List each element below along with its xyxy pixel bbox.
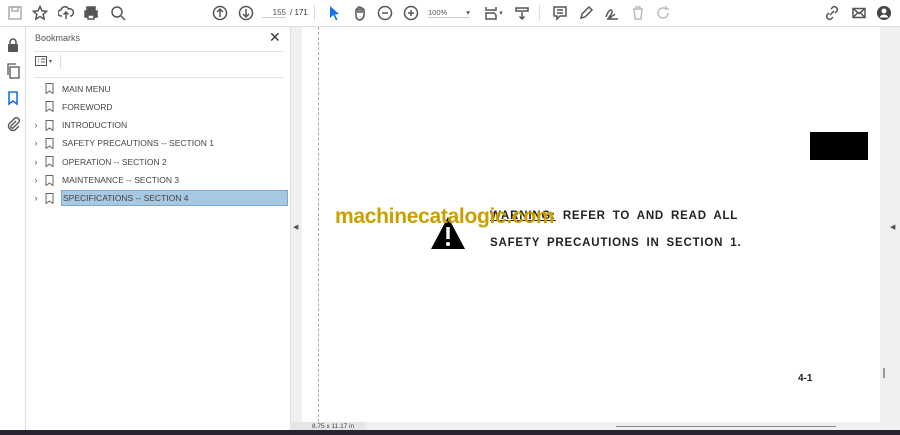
redo-icon[interactable] [653,4,673,22]
redaction-block [810,132,868,160]
page-total: / 171 [290,8,308,17]
chevron-down-icon: ▾ [49,58,53,65]
document-page: WARNING: REFER TO AND READ ALL SAFETY PR… [302,27,880,422]
toolbar: 155 / 171 100% ▾ ▾ [0,0,900,27]
bookmark-item[interactable]: › SPECIFICATIONS -- SECTION 4 [30,190,288,207]
share-link-icon[interactable] [822,4,842,22]
cloud-upload-icon[interactable] [56,4,76,22]
bookmark-flag-icon [45,174,54,186]
bookmark-item[interactable]: › INTRODUCTION [30,117,288,134]
chevron-right-icon[interactable]: › [30,157,42,167]
binding-line [318,27,319,422]
chevron-right-icon[interactable]: › [30,138,42,148]
pages-icon[interactable] [5,63,21,79]
horizontal-scrollbar[interactable] [616,426,836,427]
bookmark-label: MAIN MENU [62,83,111,94]
zoom-select[interactable]: 100% ▾ [428,8,470,18]
comment-icon[interactable] [550,4,570,22]
navigation-rail [0,27,26,430]
divider [539,5,540,21]
page-total-value: 171 [294,8,308,17]
bookmark-label: MAINTENANCE -- SECTION 3 [62,175,180,185]
page-number: 4-1 [798,373,813,384]
search-icon[interactable] [108,4,128,22]
page-up-icon[interactable] [210,4,230,22]
star-icon[interactable] [30,4,50,22]
warning-text-1: REFER TO AND READ ALL [562,210,739,222]
bookmark-flag-icon [45,101,54,113]
warning-text-2: SAFETY PRECAUTIONS IN SECTION 1. [490,237,742,249]
panel-splitter[interactable]: ◀ [290,27,302,422]
bookmark-options-button[interactable]: ▾ [35,56,52,66]
scroll-mode-icon[interactable] [512,4,532,22]
bookmark-item[interactable]: › SAFETY PRECAUTIONS -- SECTION 1 [30,135,288,152]
bookmark-label: SAFETY PRECAUTIONS -- SECTION 1 [62,138,214,149]
bookmark-label: INTRODUCTION [62,120,128,131]
close-icon[interactable]: ✕ [269,29,281,46]
bookmark-item[interactable]: MAIN MENU [30,80,288,97]
divider [34,77,284,78]
bookmark-label: SPECIFICATIONS -- SECTION 4 [61,190,288,207]
account-icon[interactable] [874,4,894,22]
bookmark-item[interactable]: › OPERATION -- SECTION 2 [30,153,288,170]
bookmark-label: FOREWORD [62,101,113,112]
divider [34,51,284,52]
highlight-pen-icon[interactable] [576,4,596,22]
bookmark-item[interactable]: FOREWORD [30,98,288,115]
bookmark-flag-icon [45,83,54,94]
collapse-panel-icon[interactable]: ◀ [293,223,298,231]
bookmarks-panel: Bookmarks ✕ ▾ MAIN MENU FOREWORD › INTRODUC… [26,27,290,430]
page-fit-icon[interactable]: ▾ [480,4,506,22]
chevron-right-icon[interactable]: › [30,120,42,130]
watermark: machinecatalogic.com [335,205,555,228]
expand-right-panel-icon[interactable]: ◀ [890,223,895,231]
sign-icon[interactable] [602,4,622,22]
bookmark-flag-icon [45,192,54,204]
zoom-out-icon[interactable] [375,4,395,22]
divider [60,55,61,69]
list-options-icon [35,56,47,66]
panel-title: Bookmarks [35,33,81,43]
email-icon[interactable] [849,4,869,22]
save-icon[interactable] [5,4,25,22]
bookmark-flag-icon [45,119,54,131]
select-cursor-icon[interactable] [324,4,344,22]
bookmark-flag-icon [45,156,54,168]
bookmark-label: OPERATION -- SECTION 2 [62,156,167,167]
print-icon[interactable] [81,4,101,22]
bookmark-item[interactable]: › MAINTENANCE -- SECTION 3 [30,172,288,189]
taskbar-edge [0,430,900,435]
chevron-right-icon[interactable]: › [30,175,42,185]
page-number-input[interactable]: 155 [262,8,286,18]
divider [314,5,315,21]
zoom-in-icon[interactable] [401,4,421,22]
right-gutter: ◀ [880,27,900,422]
chevron-down-icon: ▾ [466,8,470,17]
delete-icon[interactable] [628,4,648,22]
bookmark-icon[interactable] [5,90,21,106]
attachment-icon[interactable] [5,116,21,132]
zoom-value: 100% [428,8,448,17]
hand-tool-icon[interactable] [350,4,370,22]
chevron-right-icon[interactable]: › [30,193,42,203]
page-separator: / [290,8,293,17]
page-down-icon[interactable] [236,4,256,22]
bookmark-flag-icon [45,137,54,149]
lock-icon[interactable] [5,37,21,53]
vertical-scrollbar[interactable] [883,368,885,378]
